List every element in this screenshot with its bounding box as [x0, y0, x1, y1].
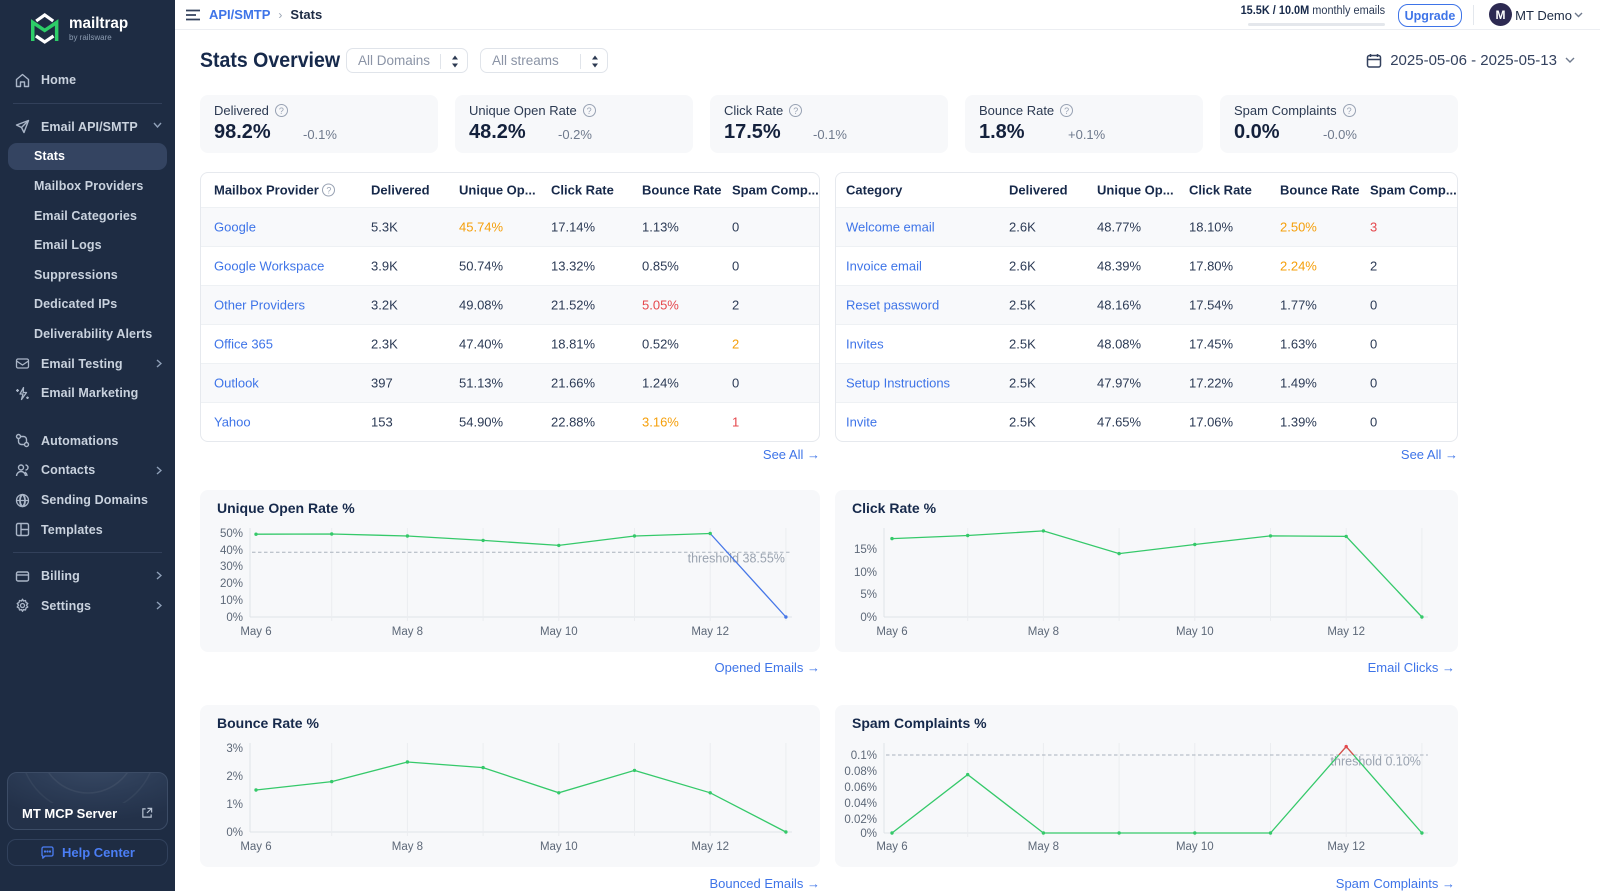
svg-text:May 6: May 6	[240, 626, 271, 638]
svg-text:May 10: May 10	[540, 626, 578, 638]
svg-text:0%: 0%	[226, 612, 243, 624]
svg-text:May 10: May 10	[1176, 626, 1214, 638]
svg-text:May 6: May 6	[876, 841, 907, 853]
svg-text:0%: 0%	[860, 828, 877, 840]
svg-text:May 10: May 10	[540, 841, 578, 853]
svg-text:20%: 20%	[220, 578, 243, 590]
svg-text:5%: 5%	[860, 589, 877, 601]
svg-text:2%: 2%	[226, 771, 243, 783]
svg-text:May 8: May 8	[392, 626, 423, 638]
svg-text:0.04%: 0.04%	[844, 798, 877, 810]
svg-text:May 6: May 6	[876, 626, 907, 638]
svg-text:threshold 38.55%: threshold 38.55%	[688, 552, 785, 566]
svg-text:0%: 0%	[860, 612, 877, 624]
svg-text:0.1%: 0.1%	[851, 750, 877, 762]
svg-text:10%: 10%	[220, 595, 243, 607]
svg-text:May 8: May 8	[1028, 841, 1059, 853]
svg-text:May 6: May 6	[240, 841, 271, 853]
svg-text:0.06%: 0.06%	[844, 782, 877, 794]
svg-text:50%: 50%	[220, 528, 243, 540]
svg-text:15%: 15%	[854, 544, 877, 556]
svg-text:May 12: May 12	[691, 841, 729, 853]
svg-text:0%: 0%	[226, 827, 243, 839]
svg-text:10%: 10%	[854, 567, 877, 579]
svg-text:May 10: May 10	[1176, 841, 1214, 853]
svg-text:1%: 1%	[226, 799, 243, 811]
svg-text:May 12: May 12	[691, 626, 729, 638]
svg-text:0.08%: 0.08%	[844, 766, 877, 778]
svg-text:May 12: May 12	[1327, 626, 1365, 638]
svg-text:May 8: May 8	[392, 841, 423, 853]
svg-text:30%: 30%	[220, 561, 243, 573]
svg-text:May 12: May 12	[1327, 841, 1365, 853]
svg-text:May 8: May 8	[1028, 626, 1059, 638]
svg-text:0.02%: 0.02%	[844, 814, 877, 826]
svg-text:3%: 3%	[226, 743, 243, 755]
svg-text:threshold 0.10%: threshold 0.10%	[1331, 755, 1421, 769]
svg-text:40%: 40%	[220, 545, 243, 557]
